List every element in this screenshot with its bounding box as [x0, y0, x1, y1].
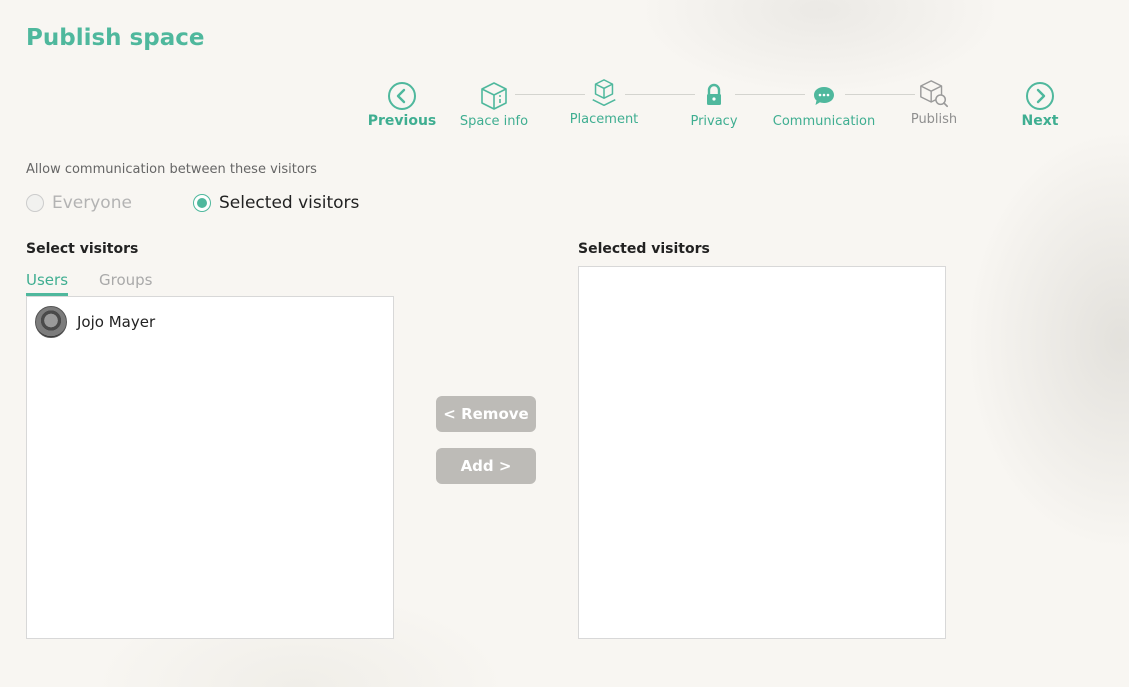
tab-groups[interactable]: Groups: [99, 271, 152, 293]
step-label: Placement: [569, 112, 639, 127]
remove-button[interactable]: < Remove: [436, 396, 536, 432]
step-publish[interactable]: Publish: [879, 78, 989, 127]
step-placement[interactable]: Placement: [549, 78, 659, 127]
step-label: Publish: [910, 112, 958, 127]
radio-selected-visitors[interactable]: Selected visitors: [193, 193, 359, 213]
radio-everyone[interactable]: Everyone: [26, 193, 132, 213]
chevron-left-circle-icon: [388, 82, 416, 110]
chat-bubble-icon: [814, 87, 834, 105]
selected-visitors-title: Selected visitors: [578, 241, 710, 257]
radio-circle[interactable]: [193, 194, 211, 212]
cube-info-icon: [481, 82, 507, 110]
radio-label: Selected visitors: [219, 193, 360, 213]
next-button[interactable]: Next: [985, 80, 1095, 129]
add-button[interactable]: Add >: [436, 448, 536, 484]
cube-placement-icon: [592, 79, 616, 107]
step-communication[interactable]: Communication: [769, 80, 879, 129]
list-item[interactable]: Jojo Mayer: [27, 297, 393, 347]
chevron-right-circle-icon: [1026, 82, 1054, 110]
select-visitors-title: Select visitors: [26, 241, 139, 257]
lock-icon: [707, 83, 721, 105]
radio-label: Everyone: [52, 193, 132, 213]
publish-space-dialog: Publish space Previous Space info Placem…: [0, 0, 1129, 687]
step-label: Privacy: [690, 114, 738, 129]
radio-circle[interactable]: [26, 194, 44, 212]
step-label: Communication: [772, 114, 876, 129]
tab-users[interactable]: Users: [26, 271, 69, 296]
step-space-info[interactable]: Space info: [439, 80, 549, 129]
page-title: Publish space: [26, 25, 205, 51]
selected-visitors-list[interactable]: [578, 266, 946, 639]
avatar: [35, 306, 67, 338]
step-label: Space info: [459, 114, 529, 129]
communication-prompt: Allow communication between these visito…: [26, 162, 317, 177]
step-privacy[interactable]: Privacy: [659, 80, 769, 129]
cube-search-icon: [920, 80, 949, 108]
users-list[interactable]: Jojo Mayer: [26, 296, 394, 639]
next-label: Next: [1021, 113, 1059, 129]
user-name: Jojo Mayer: [77, 313, 156, 331]
